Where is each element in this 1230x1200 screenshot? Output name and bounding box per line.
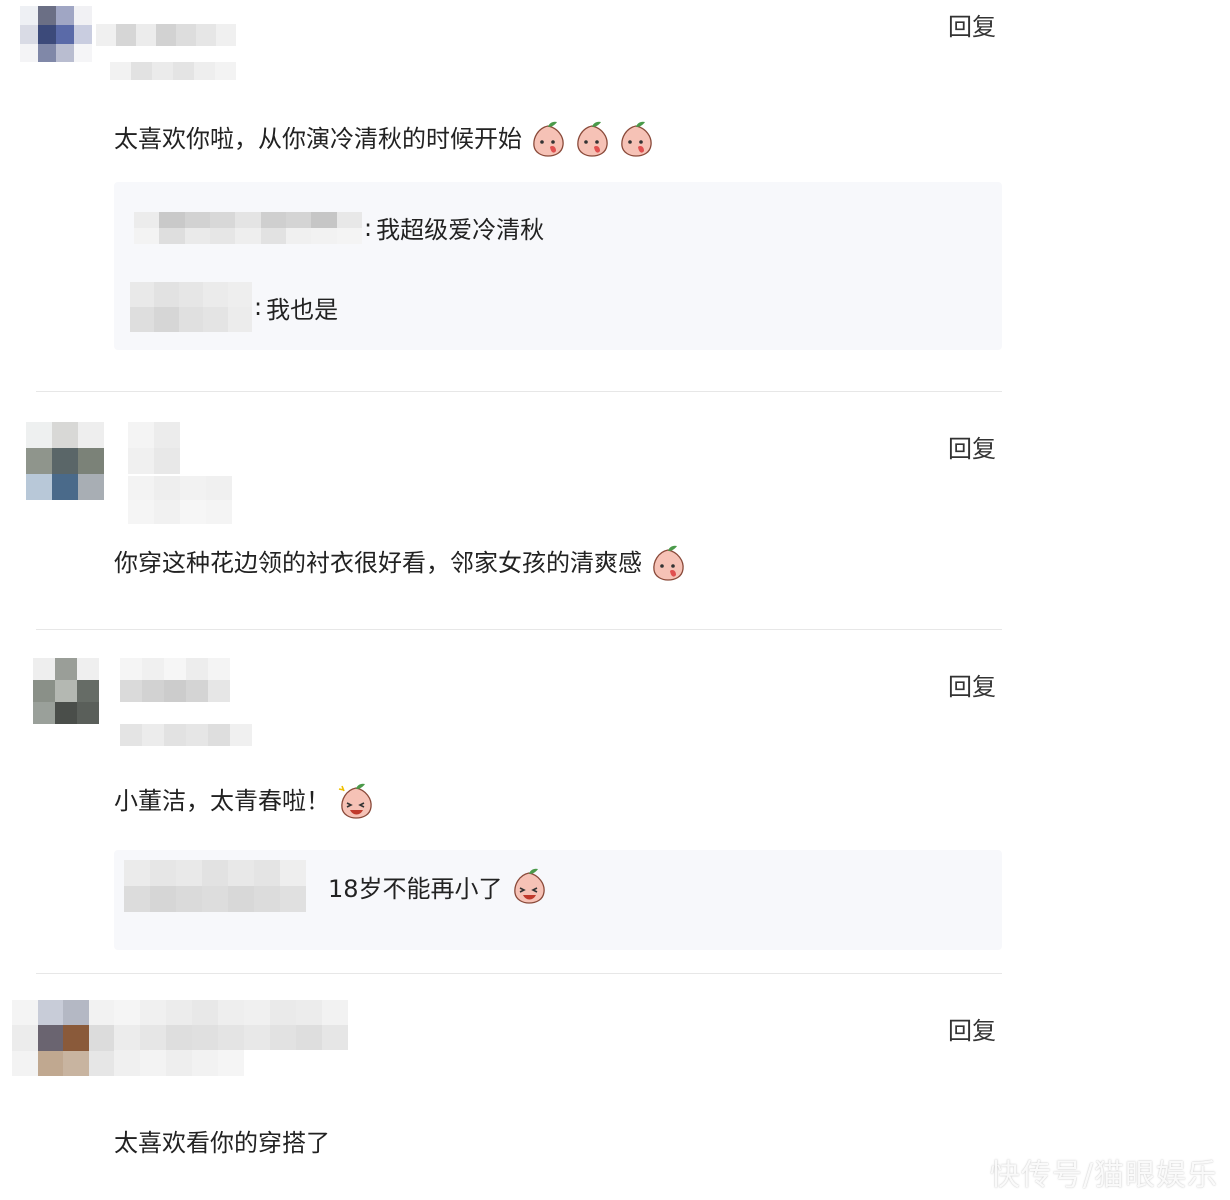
- reply-button[interactable]: 回复: [948, 672, 996, 702]
- reply-button[interactable]: 回复: [948, 434, 996, 464]
- comment-item: 回复 太喜欢你啦，从你演冷清秋的时候开始: 我超级爱冷清秋: 我也是: [0, 0, 1230, 392]
- username-blurred[interactable]: [120, 658, 230, 702]
- comment-list-page: 回复 太喜欢你啦，从你演冷清秋的时候开始: 我超级爱冷清秋: 我也是 回复 …: [0, 0, 1230, 1200]
- subreply-list: : 我超级爱冷清秋 : 我也是: [114, 182, 1002, 350]
- username-blurred[interactable]: [96, 24, 236, 46]
- comment-text: 小董洁，太青春啦！: [114, 782, 374, 820]
- peach-laugh-emoji-icon: [513, 868, 545, 904]
- avatar[interactable]: [33, 658, 99, 724]
- avatar[interactable]: [20, 6, 92, 62]
- peach-emoji-icon: [621, 121, 652, 157]
- username-blurred[interactable]: [128, 422, 180, 474]
- timestamp-blurred: [114, 1050, 244, 1076]
- subreply-username-blurred[interactable]: [130, 282, 252, 332]
- subreply-list: 18岁不能再小了: [114, 850, 1002, 950]
- avatar[interactable]: [26, 422, 104, 500]
- subreply-item[interactable]: : 我也是: [130, 282, 338, 332]
- avatar[interactable]: [12, 1000, 114, 1076]
- subreply-username-blurred[interactable]: [134, 211, 362, 244]
- comment-item: 回复 小董洁，太青春啦！ 18岁不能再小了: [0, 630, 1230, 974]
- subreply-text: 18岁不能再小了: [328, 874, 503, 903]
- peach-emoji-icon: [533, 121, 564, 157]
- watermark: 快传号/猫眼娱乐: [989, 1158, 1218, 1193]
- comment-text: 太喜欢看你的穿搭了: [114, 1129, 330, 1157]
- subreply-text: 我超级爱冷清秋: [376, 216, 545, 244]
- peach-emoji-icon: [653, 545, 684, 581]
- peach-laugh-emoji-icon: [338, 783, 372, 819]
- comment-item: 回复 你穿这种花边领的衬衣很好看，邻家女孩的清爽感: [0, 392, 1230, 630]
- subreply-item[interactable]: : 我超级爱冷清秋: [134, 210, 544, 245]
- comment-text: 你穿这种花边领的衬衣很好看，邻家女孩的清爽感: [114, 544, 686, 582]
- comment-text: 太喜欢你啦，从你演冷清秋的时候开始: [114, 120, 654, 158]
- timestamp-blurred: [110, 62, 236, 80]
- reply-button[interactable]: 回复: [948, 12, 996, 42]
- reply-button[interactable]: 回复: [948, 1016, 996, 1046]
- subreply-item[interactable]: 18岁不能再小了: [124, 860, 547, 912]
- username-blurred[interactable]: [114, 1000, 348, 1050]
- peach-emoji-icon: [577, 121, 608, 157]
- timestamp-blurred: [128, 476, 232, 524]
- timestamp-blurred: [120, 724, 252, 746]
- subreply-text: 我也是: [266, 295, 339, 324]
- subreply-username-blurred[interactable]: [124, 860, 306, 912]
